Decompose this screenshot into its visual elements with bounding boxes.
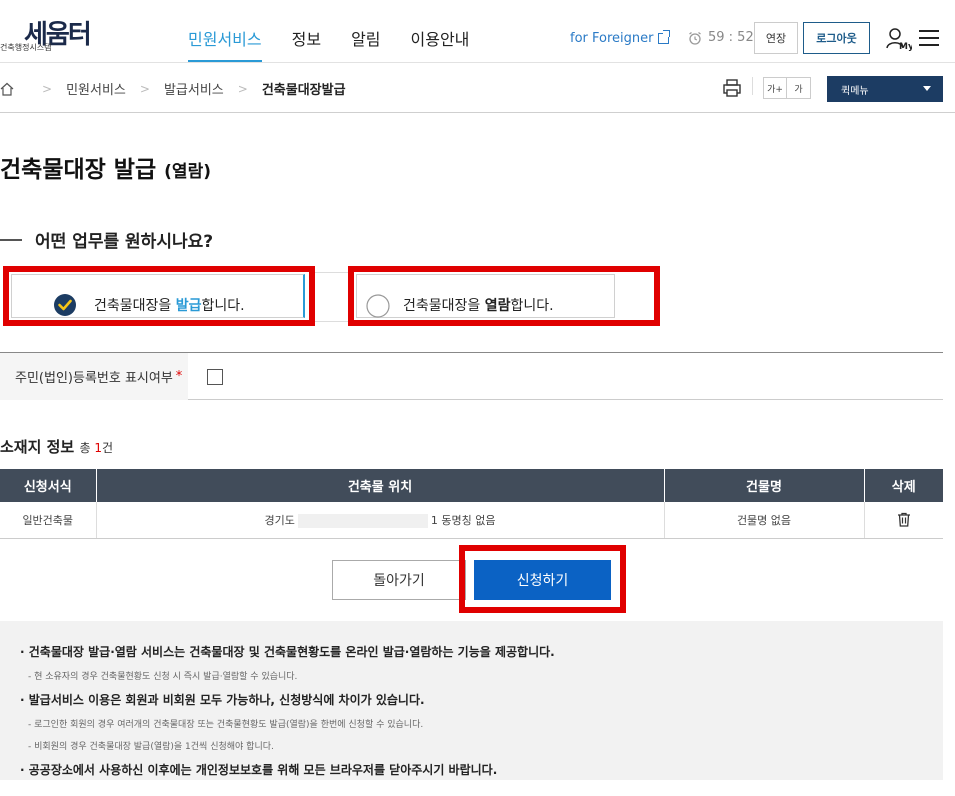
radio-empty-icon bbox=[366, 294, 390, 318]
option-gap bbox=[315, 272, 348, 322]
cell-location: 경기도 1 동명칭 없음 bbox=[96, 502, 665, 539]
font-increase-button[interactable]: 가+ bbox=[763, 77, 787, 99]
external-link-icon bbox=[658, 30, 671, 44]
quick-menu-select[interactable]: 퀵메뉴 bbox=[827, 76, 943, 102]
hamburger-menu-icon[interactable] bbox=[919, 30, 939, 46]
logo-subtitle: 건축행정시스템 bbox=[0, 43, 52, 52]
timer-value: 59 : 52 bbox=[708, 30, 754, 45]
location-title: 소재지 정보 총 1건 bbox=[0, 436, 113, 457]
check-circle-icon bbox=[54, 294, 76, 316]
alarm-clock-icon bbox=[689, 31, 701, 45]
page-title-suffix: (열람) bbox=[164, 162, 211, 182]
column-header-location: 건축물 위치 bbox=[96, 469, 665, 502]
logo[interactable]: 세움터 건축행정시스템 bbox=[0, 14, 110, 54]
breadcrumb-separator: > bbox=[139, 81, 150, 96]
option-issue-highlight: 발급 bbox=[175, 298, 202, 314]
question-text: 어떤 업무를 원하시나요? bbox=[35, 232, 214, 252]
option-view-box: 건축물대장을 열람합니다. bbox=[356, 274, 615, 318]
breadcrumb-separator: > bbox=[237, 81, 248, 96]
notice-item: · 공공장소에서 사용하신 이후에는 개인정보보호를 위해 모든 브라우저를 닫… bbox=[20, 763, 498, 777]
location-table: 신청서식 건축물 위치 건물명 삭제 일반건축물 경기도 1 동명칭 없음 건물명… bbox=[0, 469, 943, 539]
count-suffix: 건 bbox=[101, 441, 114, 455]
notice-subitem: - 현 소유자의 경우 건축물현황도 신청 시 즉시 발급·열람할 수 있습니다… bbox=[28, 672, 298, 682]
nav-civil-service[interactable]: 민원서비스 bbox=[188, 26, 262, 62]
breadcrumb: > 민원서비스 > 발급서비스 > 건축물대장발급 bbox=[0, 79, 346, 98]
location-count: 총 1건 bbox=[79, 441, 113, 455]
print-icon[interactable] bbox=[722, 78, 742, 98]
option-issue-card[interactable]: 건축물대장을 발급합니다. bbox=[3, 266, 315, 326]
my-page-icon[interactable]: My bbox=[886, 26, 912, 52]
nav-notice[interactable]: 알림 bbox=[351, 26, 380, 62]
resident-number-row: 주민(법인)등록번호 표시여부 * bbox=[0, 352, 943, 400]
count-prefix: 총 bbox=[79, 441, 95, 455]
page-title: 건축물대장 발급 (열람) bbox=[0, 150, 211, 184]
breadcrumb-separator: > bbox=[42, 81, 53, 96]
for-foreigner-link[interactable]: for Foreigner bbox=[570, 30, 671, 46]
table-header-row: 신청서식 건축물 위치 건물명 삭제 bbox=[0, 469, 943, 502]
cell-building: 건물명 없음 bbox=[664, 502, 865, 539]
breadcrumb-current: 건축물대장발급 bbox=[261, 83, 346, 98]
location-title-text: 소재지 정보 bbox=[0, 438, 75, 456]
cell-form: 일반건축물 bbox=[0, 502, 97, 539]
table-row: 일반건축물 경기도 1 동명칭 없음 건물명 없음 bbox=[0, 502, 943, 539]
option-issue-label: 건축물대장을 발급합니다. bbox=[94, 295, 245, 315]
count-number: 1 bbox=[94, 441, 102, 455]
masked-address bbox=[297, 513, 428, 528]
home-icon[interactable] bbox=[0, 82, 14, 96]
notice-subitem: - 비회원의 경우 건축물대장 발급(열람)을 1건씩 신청해야 합니다. bbox=[28, 742, 274, 752]
option-view-suffix: 합니다. bbox=[510, 298, 554, 314]
breadcrumb-bar: > 민원서비스 > 발급서비스 > 건축물대장발급 가+ 가 퀵메뉴 bbox=[0, 63, 955, 113]
breadcrumb-issuance-service[interactable]: 발급서비스 bbox=[164, 79, 224, 98]
page-title-main: 건축물대장 발급 bbox=[0, 157, 157, 183]
trash-icon[interactable] bbox=[897, 512, 911, 527]
apply-highlight-box: 신청하기 bbox=[459, 545, 626, 613]
resident-number-label: 주민(법인)등록번호 표시여부 * bbox=[0, 353, 188, 400]
option-issue-suffix: 합니다. bbox=[201, 298, 245, 314]
resident-number-label-text: 주민(법인)등록번호 표시여부 bbox=[15, 371, 173, 386]
quick-menu-label: 퀵메뉴 bbox=[841, 85, 869, 97]
for-foreigner-label: for Foreigner bbox=[570, 31, 654, 46]
notice-item: · 발급서비스 이용은 회원과 비회원 모두 가능하나, 신청방식에 차이가 있… bbox=[20, 693, 425, 707]
option-issue-box: 건축물대장을 발급합니다. bbox=[11, 274, 305, 318]
session-timer: 59 : 52 bbox=[688, 30, 754, 45]
notice-subitem: - 로그인한 회원의 경우 여러개의 건축물대장 또는 건축물현황도 발급(열람… bbox=[28, 720, 424, 730]
back-button[interactable]: 돌아가기 bbox=[332, 560, 466, 600]
cell-delete bbox=[864, 502, 943, 539]
nav-guide[interactable]: 이용안내 bbox=[411, 26, 470, 62]
font-size-controls: 가+ 가 bbox=[763, 77, 811, 99]
divider bbox=[752, 77, 753, 95]
nav-info[interactable]: 정보 bbox=[292, 26, 321, 62]
option-view-card[interactable]: 건축물대장을 열람합니다. bbox=[348, 266, 660, 326]
column-header-form: 신청서식 bbox=[0, 469, 97, 502]
breadcrumb-civil-service[interactable]: 민원서비스 bbox=[66, 79, 126, 98]
heading-line bbox=[0, 238, 22, 241]
option-view-label: 건축물대장을 열람합니다. bbox=[403, 295, 554, 315]
required-mark: * bbox=[175, 369, 183, 384]
option-view-highlight: 열람 bbox=[484, 298, 511, 314]
logout-button[interactable]: 로그아웃 bbox=[803, 22, 870, 54]
my-label: My bbox=[899, 42, 912, 52]
main-nav: 민원서비스 정보 알림 이용안내 bbox=[188, 26, 499, 62]
option-view-prefix: 건축물대장을 bbox=[403, 298, 485, 314]
notice-item: · 건축물대장 발급·열람 서비스는 건축물대장 및 건축물현황도를 온라인 발… bbox=[20, 645, 555, 659]
resident-number-checkbox[interactable] bbox=[207, 369, 223, 385]
extend-session-button[interactable]: 연장 bbox=[754, 22, 798, 54]
notice-box: · 건축물대장 발급·열람 서비스는 건축물대장 및 건축물현황도를 온라인 발… bbox=[0, 621, 943, 780]
column-header-delete: 삭제 bbox=[864, 469, 943, 502]
column-header-building: 건물명 bbox=[664, 469, 865, 502]
location-prefix: 경기도 bbox=[264, 513, 295, 527]
apply-button[interactable]: 신청하기 bbox=[474, 560, 611, 600]
header: 세움터 건축행정시스템 민원서비스 정보 알림 이용안내 for Foreign… bbox=[0, 0, 955, 63]
option-issue-prefix: 건축물대장을 bbox=[94, 298, 176, 314]
font-decrease-button[interactable]: 가 bbox=[787, 77, 811, 99]
location-suffix: 1 동명칭 없음 bbox=[430, 513, 496, 527]
question-heading: 어떤 업무를 원하시나요? bbox=[0, 227, 213, 252]
caret-down-icon bbox=[923, 86, 931, 91]
